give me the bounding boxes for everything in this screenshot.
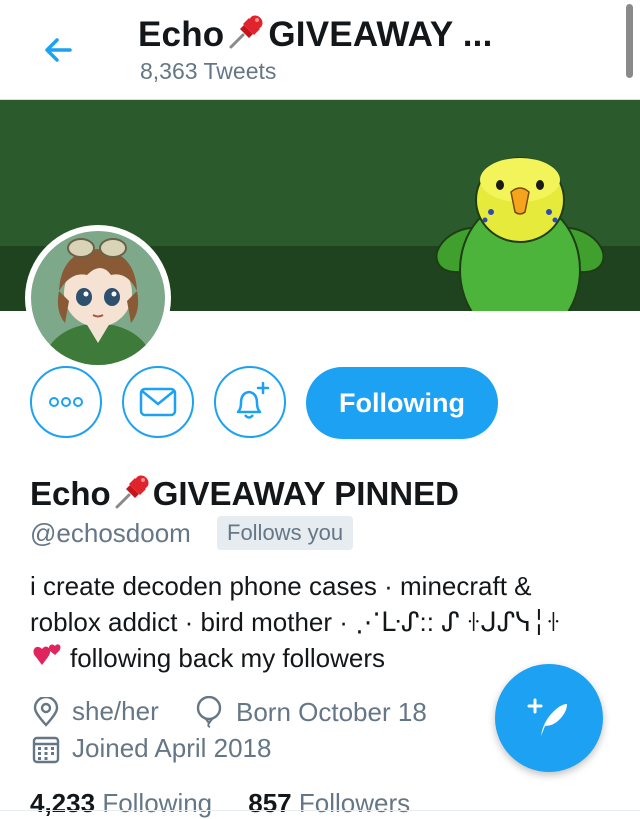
budgie-illustration xyxy=(435,157,605,311)
pushpin-icon xyxy=(115,475,149,509)
pronouns-item: she/her xyxy=(32,696,159,727)
notifications-button[interactable] xyxy=(214,366,286,438)
heart-icon xyxy=(33,644,61,665)
header-title-prefix: Echo xyxy=(138,15,225,54)
mail-icon xyxy=(139,387,177,417)
following-stat[interactable]: 4,233 Following xyxy=(30,788,212,818)
profile-handle: @echosdoom xyxy=(30,518,191,548)
profile-avatar[interactable] xyxy=(25,225,171,371)
notification-bell-icon xyxy=(236,381,270,419)
birthday-item: Born October 18 xyxy=(194,696,427,728)
bio-line-1: i create decoden phone cases · minecraft… xyxy=(30,571,532,601)
joined-item: Joined April 2018 xyxy=(32,733,271,764)
avatar-image xyxy=(31,231,165,365)
bio-line-2: roblox addict · bird mother · ⋰ᒷᔑ:: ᔑ ꖌᒍ… xyxy=(30,607,561,637)
profile-stats: 4,233 Following 857 Followers xyxy=(30,788,410,819)
followers-label: Followers xyxy=(298,788,411,818)
calendar-icon xyxy=(32,736,60,763)
compose-tweet-button[interactable] xyxy=(495,664,603,772)
scrollbar[interactable] xyxy=(626,4,633,78)
location-icon xyxy=(33,696,59,727)
joined-text: Joined April 2018 xyxy=(72,733,272,763)
header-title-suffix: GIVEAWAY ... xyxy=(268,15,493,54)
bottom-divider xyxy=(0,810,640,811)
bio-line-3: following back my followers xyxy=(70,643,386,673)
header-title: Echo GIVEAWAY ... xyxy=(138,12,493,55)
followers-stat[interactable]: 857 Followers xyxy=(248,788,410,818)
profile-name-suffix: GIVEAWAY PINNED xyxy=(152,475,459,512)
follows-you-badge: Follows you xyxy=(217,516,354,550)
birthday-text: Born October 18 xyxy=(236,696,427,727)
top-bar: Echo GIVEAWAY ... 8,363 Tweets xyxy=(0,0,640,100)
more-icon xyxy=(49,397,83,407)
following-label: Following xyxy=(102,788,213,818)
tweet-count: 8,363 Tweets xyxy=(140,58,277,84)
pushpin-icon xyxy=(229,15,263,49)
message-button[interactable] xyxy=(122,366,194,438)
profile-bio: i create decoden phone cases · minecraft… xyxy=(30,568,630,676)
back-arrow-icon[interactable] xyxy=(36,28,80,72)
pronouns-text: she/her xyxy=(72,696,159,726)
compose-tweet-icon xyxy=(527,698,567,736)
birthday-balloon-icon xyxy=(196,696,222,728)
profile-name: Echo GIVEAWAY PINNED xyxy=(30,472,459,513)
following-count: 4,233 xyxy=(30,788,96,818)
more-options-button[interactable] xyxy=(30,366,102,438)
followers-count: 857 xyxy=(248,788,292,818)
following-button[interactable]: Following xyxy=(306,367,498,439)
profile-name-prefix: Echo xyxy=(30,475,111,512)
